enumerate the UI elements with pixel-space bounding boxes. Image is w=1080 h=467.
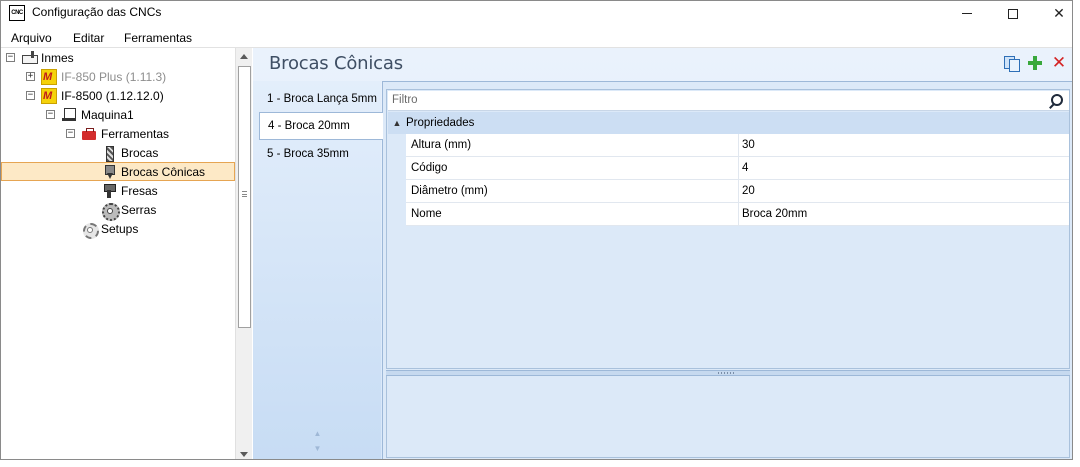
filter-placeholder: Filtro [392, 94, 418, 106]
description-pane [386, 376, 1070, 458]
menu-bar: Arquivo Editar Ferramentas [1, 26, 1072, 48]
tree-node-serras[interactable]: Serras [101, 200, 157, 221]
minimize-icon [962, 13, 972, 14]
tree-node-brocas[interactable]: Brocas [101, 143, 158, 162]
machine-icon [41, 87, 57, 104]
machine-icon [41, 68, 57, 85]
close-button[interactable]: ✕ [1036, 1, 1072, 26]
maximize-icon [1008, 8, 1018, 19]
detail-panel: Brocas Cônicas ✕ 1 - Broca Lança 5mm 4 -… [253, 48, 1072, 459]
collapse-icon[interactable]: − [26, 91, 35, 100]
search-icon[interactable] [1047, 93, 1063, 109]
category-propriedades[interactable]: ▲ Propriedades [388, 112, 1069, 134]
tree-node-maquina1[interactable]: Maquina1 [61, 105, 134, 124]
drill-bit-icon [101, 145, 117, 162]
tool-tab-strip: 1 - Broca Lança 5mm 4 - Broca 20mm 5 - B… [253, 81, 383, 459]
tree-node-label: Setups [101, 221, 139, 236]
tab-scroll-up-icon[interactable]: ▲ [313, 429, 322, 438]
tree-node-if8500[interactable]: IF-8500 (1.12.12.0) [41, 86, 164, 105]
property-name: Código [411, 162, 448, 174]
property-value[interactable]: 4 [742, 162, 748, 174]
tree-node-setups[interactable]: Setups [81, 219, 139, 239]
copy-icon[interactable] [1003, 55, 1020, 72]
category-label: Propriedades [406, 117, 475, 129]
grip-icon [242, 191, 247, 197]
menu-editar[interactable]: Editar [73, 31, 104, 45]
property-content: Filtro ▲ Propriedades Altura (mm) 30 Cód… [382, 81, 1072, 459]
menu-ferramentas[interactable]: Ferramentas [124, 31, 192, 45]
tab-broca-lanca-5mm[interactable]: 1 - Broca Lança 5mm [259, 85, 381, 113]
tree-node-label: Brocas [121, 145, 159, 160]
title-bar: CNC Configuração das CNCs ✕ [1, 1, 1072, 26]
window-title: Configuração das CNCs [32, 5, 162, 19]
tree-node-fresas[interactable]: Fresas [101, 181, 158, 200]
panel-title: Brocas Cônicas [269, 53, 403, 74]
splitter-grip-icon [718, 372, 736, 374]
column-divider [738, 157, 739, 180]
filter-field[interactable]: Filtro [388, 91, 1069, 111]
scroll-thumb[interactable] [238, 66, 251, 328]
factory-icon [21, 49, 38, 66]
gear-icon [81, 221, 99, 239]
milling-cutter-icon [101, 183, 117, 199]
collapse-icon[interactable]: − [6, 53, 15, 62]
property-row[interactable]: Altura (mm) 30 [406, 134, 1069, 157]
property-row[interactable]: Código 4 [406, 157, 1069, 180]
tree-node-if850plus[interactable]: IF-850 Plus (1.11.3) [41, 67, 166, 86]
tree-node-brocas-conicas[interactable]: Brocas Cônicas [1, 162, 235, 181]
tree-node-label: IF-850 Plus (1.11.3) [61, 69, 167, 84]
maximize-button[interactable] [990, 1, 1036, 26]
tree-node-label: Brocas Cônicas [121, 164, 206, 179]
toolbox-icon [81, 126, 97, 142]
property-row[interactable]: Diâmetro (mm) 20 [406, 180, 1069, 203]
main-window: CNC Configuração das CNCs ✕ Arquivo Edit… [0, 0, 1073, 460]
collapse-icon[interactable]: − [46, 110, 55, 119]
property-name: Nome [411, 208, 442, 220]
column-divider [738, 134, 739, 157]
saw-blade-icon [101, 202, 120, 221]
property-value[interactable]: Broca 20mm [742, 208, 807, 220]
tree-node-ferramentas[interactable]: Ferramentas [81, 124, 169, 143]
property-name: Altura (mm) [411, 139, 472, 151]
tab-broca-20mm[interactable]: 4 - Broca 20mm [259, 112, 383, 140]
property-grid: Filtro ▲ Propriedades Altura (mm) 30 Cód… [386, 89, 1070, 369]
expand-icon[interactable]: + [26, 72, 35, 81]
property-value[interactable]: 30 [742, 139, 755, 151]
tree-node-label: Inmes [41, 50, 74, 65]
tree-scrollbar[interactable] [235, 48, 252, 459]
add-icon[interactable] [1027, 55, 1043, 71]
tree-node-label: Ferramentas [101, 126, 170, 141]
tree-node-inmes[interactable]: Inmes [21, 48, 74, 67]
column-divider [738, 180, 739, 203]
machine-tree: − Inmes + IF-850 Plus (1.11.3) − IF-8500… [1, 48, 235, 459]
tree-node-label: IF-8500 (1.12.12.0) [61, 88, 164, 103]
scroll-up-arrow-icon[interactable] [240, 54, 248, 59]
property-value[interactable]: 20 [742, 185, 755, 197]
column-divider [738, 203, 739, 226]
machine-station-icon [61, 107, 77, 123]
scroll-down-arrow-icon[interactable] [240, 452, 248, 457]
tree-node-label: Serras [121, 202, 157, 217]
countersink-bit-icon [101, 164, 117, 180]
menu-arquivo[interactable]: Arquivo [11, 31, 52, 45]
chevron-up-icon[interactable]: ▲ [388, 118, 406, 128]
tree-node-label: Maquina1 [81, 107, 134, 122]
tab-broca-35mm[interactable]: 5 - Broca 35mm [259, 140, 381, 168]
minimize-button[interactable] [944, 1, 990, 26]
property-name: Diâmetro (mm) [411, 185, 488, 197]
close-icon: ✕ [1053, 5, 1065, 21]
tree-node-label: Fresas [121, 183, 158, 198]
property-row[interactable]: Nome Broca 20mm [406, 203, 1069, 226]
panel-toolbar: ✕ [1003, 55, 1067, 72]
delete-icon[interactable]: ✕ [1051, 55, 1067, 72]
tab-scroll-down-icon[interactable]: ▼ [313, 444, 322, 453]
collapse-icon[interactable]: − [66, 129, 75, 138]
cnc-app-icon: CNC [9, 5, 25, 21]
